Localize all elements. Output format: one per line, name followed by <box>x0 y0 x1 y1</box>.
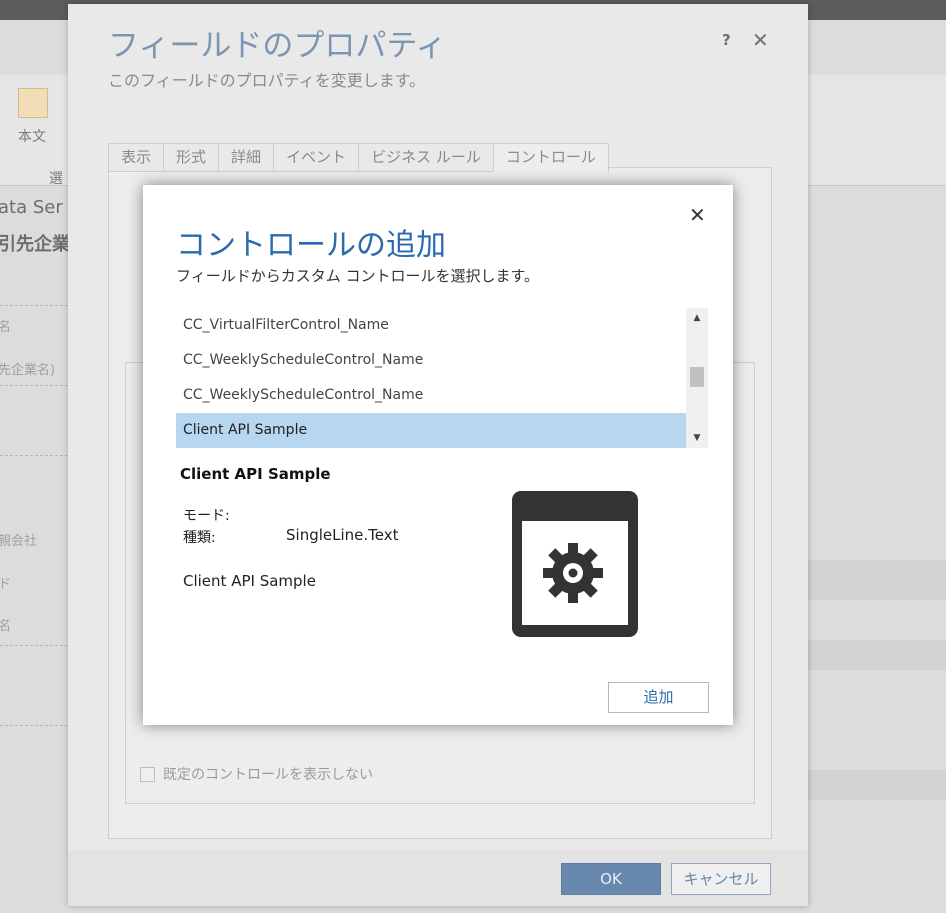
tab-format[interactable]: 形式 <box>163 143 219 172</box>
dialog-title: コントロールの追加 <box>176 228 446 263</box>
list-item[interactable]: CC_WeeklyScheduleControl_Name <box>176 343 686 378</box>
scrollbar[interactable]: ▲ ▼ <box>686 308 708 448</box>
list-item-selected[interactable]: Client API Sample <box>176 413 686 448</box>
hide-default-checkbox[interactable] <box>140 766 155 782</box>
list-item[interactable]: CC_VirtualFilterControl_Name <box>176 308 686 343</box>
background-field <box>808 770 946 800</box>
tab-controls[interactable]: コントロール <box>492 143 609 172</box>
scrollbar-thumb[interactable] <box>690 367 704 387</box>
divider <box>0 305 68 306</box>
form-section-title: 引先企業 <box>0 234 70 255</box>
tab-events[interactable]: イベント <box>273 143 359 172</box>
dialog-subtitle: このフィールドのプロパティを変更します。 <box>108 71 426 90</box>
body-text-icon <box>18 88 48 118</box>
tab-display[interactable]: 表示 <box>108 143 164 172</box>
help-icon[interactable]: ? <box>722 31 731 49</box>
mode-label: モード: <box>183 508 230 524</box>
form-field-label: 先企業名) <box>0 363 56 378</box>
control-gear-icon <box>512 491 638 637</box>
tab-business-rules[interactable]: ビジネス ルール <box>358 143 493 172</box>
cancel-button[interactable]: キャンセル <box>671 863 771 895</box>
close-icon[interactable]: ✕ <box>689 203 706 227</box>
form-header-text: ata Ser <box>0 197 63 218</box>
divider <box>0 725 68 726</box>
background-field <box>808 640 946 670</box>
divider <box>0 645 68 646</box>
hide-default-control-option[interactable]: 既定のコントロールを表示しない <box>140 764 373 784</box>
type-label: 種類: <box>183 530 216 546</box>
scroll-down-icon[interactable]: ▼ <box>686 428 708 448</box>
control-list[interactable]: CC_VirtualFilterControl_Name CC_WeeklySc… <box>176 308 708 448</box>
selected-control-name: Client API Sample <box>180 465 331 483</box>
hide-default-checkbox-label: 既定のコントロールを表示しない <box>163 767 373 783</box>
divider <box>0 455 68 456</box>
ok-button[interactable]: OK <box>561 863 661 895</box>
dialog-title: フィールドのプロパティ <box>108 28 447 64</box>
tab-bar: 表示 形式 詳細 イベント ビジネス ルール コントロール <box>108 143 609 172</box>
list-item[interactable]: CC_WeeklyScheduleControl_Name <box>176 378 686 413</box>
ribbon-label-2: 選 <box>49 171 63 187</box>
dialog-subtitle: フィールドからカスタム コントロールを選択します。 <box>176 267 539 285</box>
divider <box>0 385 68 386</box>
ribbon-label: 本文 <box>18 129 46 145</box>
type-value: SingleLine.Text <box>286 526 399 544</box>
control-description: Client API Sample <box>183 572 316 590</box>
form-field-label: 名 <box>0 320 12 335</box>
scroll-up-icon[interactable]: ▲ <box>686 308 708 328</box>
form-field-label: ド <box>0 577 12 592</box>
form-field-label: 親会社 <box>0 534 38 549</box>
add-control-dialog: ✕ コントロールの追加 フィールドからカスタム コントロールを選択します。 CC… <box>143 185 733 725</box>
close-icon[interactable]: ✕ <box>752 28 769 52</box>
add-button[interactable]: 追加 <box>608 682 709 713</box>
form-field-label: 名 <box>0 619 12 634</box>
tab-details[interactable]: 詳細 <box>218 143 274 172</box>
background-field <box>808 560 946 600</box>
